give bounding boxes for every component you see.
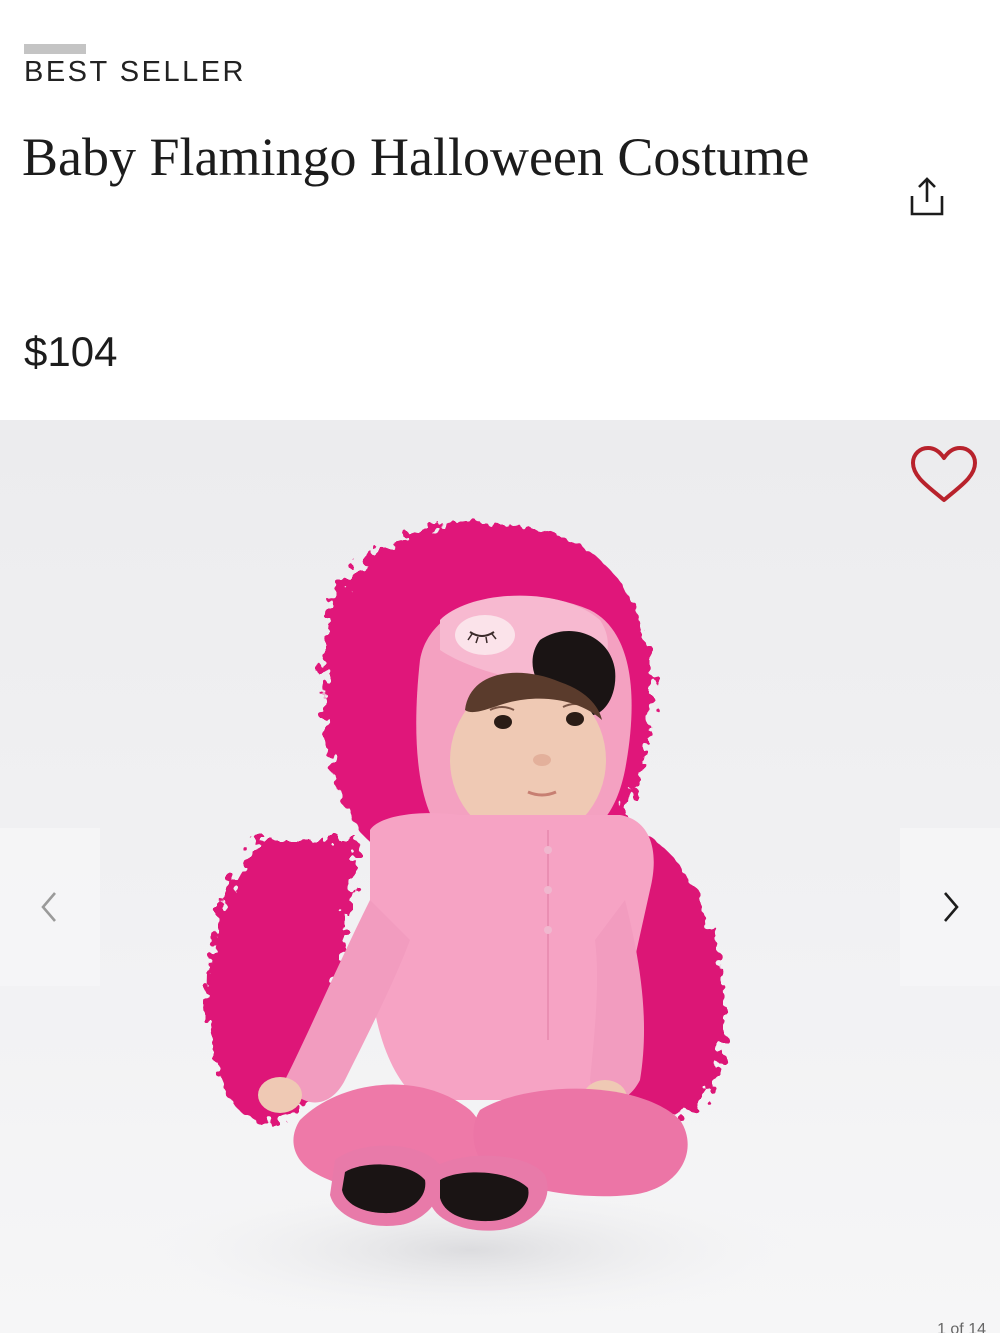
carousel-prev-button[interactable]: [0, 828, 100, 986]
best-seller-badge: BEST SELLER: [24, 56, 247, 88]
chevron-left-icon: [41, 892, 56, 922]
share-button[interactable]: [900, 172, 954, 222]
badge-accent-bar: [24, 44, 86, 54]
heart-outline-icon: [911, 446, 977, 502]
chevron-right-icon: [944, 892, 959, 922]
product-photo: [140, 522, 800, 1320]
share-icon: [910, 177, 944, 216]
product-price: $104: [24, 328, 118, 375]
carousel-next-button[interactable]: [900, 828, 1000, 986]
product-title: Baby Flamingo Halloween Costume: [22, 127, 810, 187]
favorite-button[interactable]: [906, 442, 982, 508]
product-page: BEST SELLER Baby Flamingo Halloween Cost…: [0, 0, 1000, 1333]
image-counter: 1 of 14: [937, 1321, 986, 1333]
product-image-carousel[interactable]: 1 of 14: [0, 420, 1000, 1333]
